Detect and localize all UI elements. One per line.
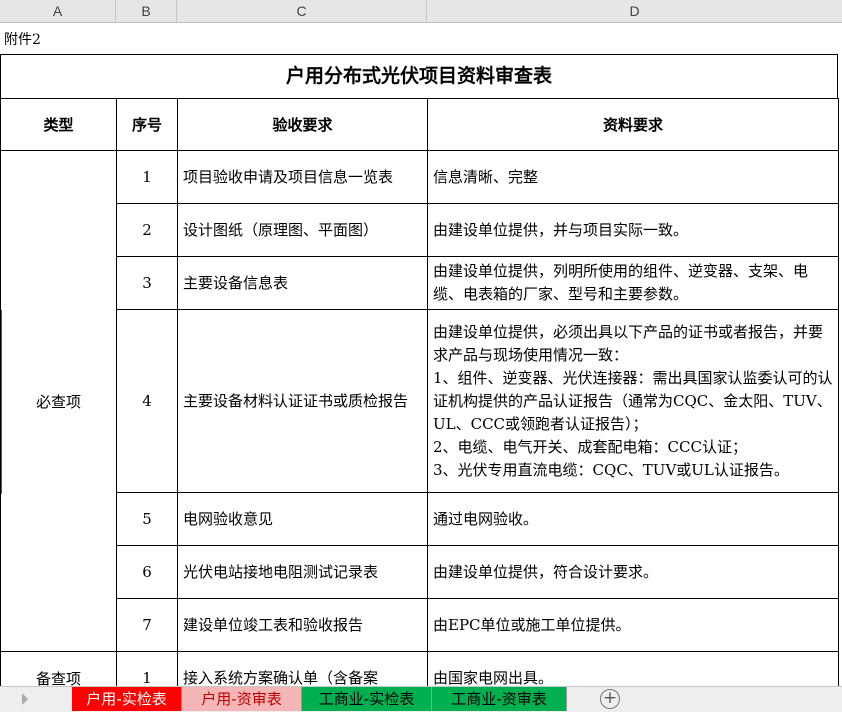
acceptance-item[interactable]: 光伏电站接地电阻测试记录表 bbox=[177, 545, 428, 599]
requirement-line: 1、组件、逆变器、光伏连接器：需出具国家认监委认可的认证机构提供的产品认证报告（… bbox=[433, 368, 833, 433]
row-number[interactable]: 6 bbox=[116, 545, 178, 599]
category-required[interactable]: 必查项 bbox=[0, 150, 117, 652]
table-row: 2 设计图纸（原理图、平面图） 由建设单位提供，并与项目实际一致。 bbox=[1, 203, 839, 257]
column-header-d[interactable]: D bbox=[427, 0, 842, 22]
table-title[interactable]: 户用分布式光伏项目资料审查表 bbox=[0, 54, 838, 99]
category-optional[interactable]: 备查项 bbox=[0, 651, 117, 686]
table-row: 必查项 1 项目验收申请及项目信息一览表 信息清晰、完整 bbox=[0, 150, 839, 652]
table-row: 3 主要设备信息表 由建设单位提供，列明所使用的组件、逆变器、支架、电缆、电表箱… bbox=[1, 256, 839, 310]
sheet-tab-bar: 户用-实检表 户用-资审表 工商业-实检表 工商业-资审表 + bbox=[0, 686, 842, 712]
acceptance-item[interactable]: 接入系统方案确认单（含备案 bbox=[177, 651, 428, 686]
table-row: 7 建设单位竣工表和验收报告 由EPC单位或施工单位提供。 bbox=[1, 598, 839, 652]
header-no[interactable]: 序号 bbox=[116, 98, 178, 151]
row-number[interactable]: 2 bbox=[116, 203, 178, 257]
acceptance-item[interactable]: 建设单位竣工表和验收报告 bbox=[177, 598, 428, 652]
row-number[interactable]: 1 bbox=[116, 150, 178, 204]
document-requirement[interactable]: 由国家电网出具。 bbox=[427, 651, 839, 686]
document-requirement[interactable]: 通过电网验收。 bbox=[427, 492, 839, 546]
tab-commercial-inspection[interactable]: 工商业-实检表 bbox=[302, 687, 432, 711]
header-acceptance[interactable]: 验收要求 bbox=[177, 98, 428, 151]
table-row: 备查项 1 接入系统方案确认单（含备案 由国家电网出具。 bbox=[0, 651, 839, 686]
document-requirement[interactable]: 信息清晰、完整 bbox=[427, 150, 839, 204]
row-number[interactable]: 5 bbox=[116, 492, 178, 546]
row-number[interactable]: 1 bbox=[116, 651, 178, 686]
acceptance-item[interactable]: 设计图纸（原理图、平面图） bbox=[177, 203, 428, 257]
header-row: 类型 序号 验收要求 资料要求 bbox=[0, 98, 839, 151]
row-number[interactable]: 4 bbox=[116, 309, 178, 493]
row-number[interactable]: 7 bbox=[116, 598, 178, 652]
row-number[interactable]: 3 bbox=[116, 256, 178, 310]
table-row: 6 光伏电站接地电阻测试记录表 由建设单位提供，符合设计要求。 bbox=[1, 545, 839, 599]
acceptance-item[interactable]: 主要设备信息表 bbox=[177, 256, 428, 310]
header-documents[interactable]: 资料要求 bbox=[427, 98, 839, 151]
header-type[interactable]: 类型 bbox=[0, 98, 117, 151]
table-row: 5 电网验收意见 通过电网验收。 bbox=[1, 492, 839, 546]
add-sheet-button[interactable]: + bbox=[600, 689, 620, 709]
document-requirement[interactable]: 由建设单位提供，并与项目实际一致。 bbox=[427, 203, 839, 257]
tab-household-inspection[interactable]: 户用-实检表 bbox=[72, 687, 182, 711]
document-requirement[interactable]: 由建设单位提供，列明所使用的组件、逆变器、支架、电缆、电表箱的厂家、型号和主要参… bbox=[427, 256, 839, 310]
column-header-bar: A B C D bbox=[0, 0, 842, 23]
sheet-grid[interactable]: 附件2 户用分布式光伏项目资料审查表 类型 序号 验收要求 资料要求 必查项 1… bbox=[0, 23, 842, 686]
column-header-c[interactable]: C bbox=[177, 0, 427, 22]
acceptance-item[interactable]: 电网验收意见 bbox=[177, 492, 428, 546]
tab-household-document-review[interactable]: 户用-资审表 bbox=[182, 687, 302, 711]
review-table: 类型 序号 验收要求 资料要求 必查项 1 项目验收申请及项目信息一览表 信息清… bbox=[0, 98, 839, 686]
document-requirement[interactable]: 由建设单位提供，符合设计要求。 bbox=[427, 545, 839, 599]
table-row: 4 主要设备材料认证证书或质检报告 由建设单位提供，必须出具以下产品的证书或者报… bbox=[1, 309, 839, 493]
requirement-line: 3、光伏专用直流电缆：CQC、TUV或UL认证报告。 bbox=[433, 460, 789, 479]
tab-commercial-document-review[interactable]: 工商业-资审表 bbox=[432, 687, 567, 711]
scroll-tabs-icon[interactable] bbox=[22, 693, 28, 705]
requirement-line: 由建设单位提供，必须出具以下产品的证书或者报告，并要求产品与现场使用情况一致： bbox=[433, 322, 824, 364]
requirement-line: 2、电缆、电气开关、成套配电箱：CCC认证； bbox=[433, 437, 747, 456]
column-header-a[interactable]: A bbox=[0, 0, 116, 22]
column-header-b[interactable]: B bbox=[116, 0, 177, 22]
document-requirement[interactable]: 由EPC单位或施工单位提供。 bbox=[427, 598, 839, 652]
acceptance-item[interactable]: 项目验收申请及项目信息一览表 bbox=[177, 150, 428, 204]
acceptance-item[interactable]: 主要设备材料认证证书或质检报告 bbox=[177, 309, 428, 493]
document-requirement[interactable]: 由建设单位提供，必须出具以下产品的证书或者报告，并要求产品与现场使用情况一致： … bbox=[427, 309, 839, 493]
attachment-note[interactable]: 附件2 bbox=[4, 29, 41, 49]
